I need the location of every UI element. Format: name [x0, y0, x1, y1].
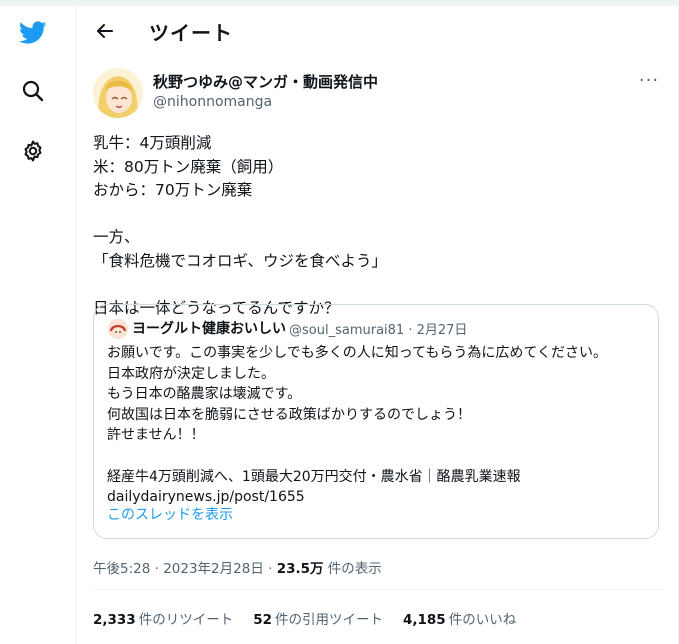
- tweet-text-line: 一方、: [93, 228, 140, 246]
- twitter-logo-icon[interactable]: [18, 18, 48, 48]
- quote-text: お願いです。この事実を少しでも多くの人に知ってもらう為に広めてください。 日本政…: [107, 343, 647, 508]
- more-horizontal-icon[interactable]: ···: [637, 68, 661, 92]
- avatar[interactable]: [93, 68, 143, 118]
- search-icon[interactable]: [18, 76, 48, 106]
- likes-stat[interactable]: 4,185 件のいいね: [403, 608, 516, 628]
- tweet-text-line: [93, 203, 653, 227]
- quote-tweets-stat[interactable]: 52 件の引用ツイート: [253, 608, 383, 628]
- gear-icon[interactable]: [18, 136, 48, 166]
- quoted-tweet[interactable]: ヨーグルト健康おいしい @soul_samurai81 · 2月27日 お願いで…: [93, 304, 659, 539]
- tweet-text-line: 米：80万トン廃棄（飼用）: [93, 157, 284, 176]
- tweet-timestamp[interactable]: 午後5:28 · 2023年2月28日 ·: [93, 561, 277, 577]
- quote-text-line: 日本政府が決定しました。: [107, 365, 275, 382]
- views-count: 23.5万: [276, 561, 324, 577]
- quote-tweets-count: 52: [253, 612, 272, 628]
- tweet-text: 乳牛：4万頭削減 米：80万トン廃棄（飼用） おから：70万トン廃棄 一方、 「…: [93, 132, 653, 320]
- quote-text-line: 何故国は日本を脆弱にさせる政策ばかりするのでしょう！: [107, 406, 471, 423]
- quote-text-line: もう日本の酪農家は壊滅です。: [107, 386, 302, 403]
- retweets-label: 件のリツイート: [138, 612, 234, 628]
- arrow-left-icon[interactable]: [93, 19, 117, 43]
- quote-text-line: [107, 446, 647, 467]
- tweet-text-line: 「食料危機でコオロギ、ウジを食べよう」: [93, 251, 388, 270]
- likes-count: 4,185: [403, 612, 446, 628]
- main-column: ツイート 秋野つゆみ@マンガ・動画発信中 @nihonnomanga ··· 乳…: [77, 6, 679, 644]
- quote-tweets-label: 件の引用ツイート: [275, 612, 383, 628]
- tweet-stats: 2,333 件のリツイート 52 件の引用ツイート 4,185 件のいいね: [93, 608, 516, 628]
- divider: [93, 589, 663, 590]
- quote-text-line: 許せません！！: [107, 427, 205, 444]
- tweet-meta: 午後5:28 · 2023年2月28日 · 23.5万 件の表示: [93, 557, 382, 577]
- quote-text-line: 経産牛4万頭削減へ、1頭最大20万円交付・農水省｜酪農乳業速報: [107, 468, 521, 485]
- retweets-count: 2,333: [93, 612, 136, 628]
- show-thread-link[interactable]: このスレッドを表示: [107, 504, 233, 524]
- tweet-text-line: 乳牛：4万頭削減: [93, 134, 212, 152]
- author-handle[interactable]: @nihonnomanga: [153, 94, 272, 110]
- quote-author-handle: @soul_samurai81 · 2月27日: [289, 323, 468, 338]
- tweet-text-line: おから：70万トン廃棄: [93, 181, 253, 199]
- quote-author-name: ヨーグルト健康おいしい: [132, 321, 286, 337]
- likes-label: 件のいいね: [448, 612, 517, 628]
- quote-avatar: [108, 319, 128, 339]
- page-header: ツイート: [77, 6, 679, 56]
- quote-text-line: お願いです。この事実を少しでも多くの人に知ってもらう為に広めてください。: [107, 345, 607, 361]
- author-name[interactable]: 秋野つゆみ@マンガ・動画発信中: [153, 71, 378, 92]
- page-title: ツイート: [149, 21, 233, 45]
- sidebar: [0, 6, 76, 644]
- tweet-text-line: [93, 273, 653, 297]
- retweets-stat[interactable]: 2,333 件のリツイート: [93, 608, 233, 628]
- views-label: 件の表示: [323, 561, 382, 577]
